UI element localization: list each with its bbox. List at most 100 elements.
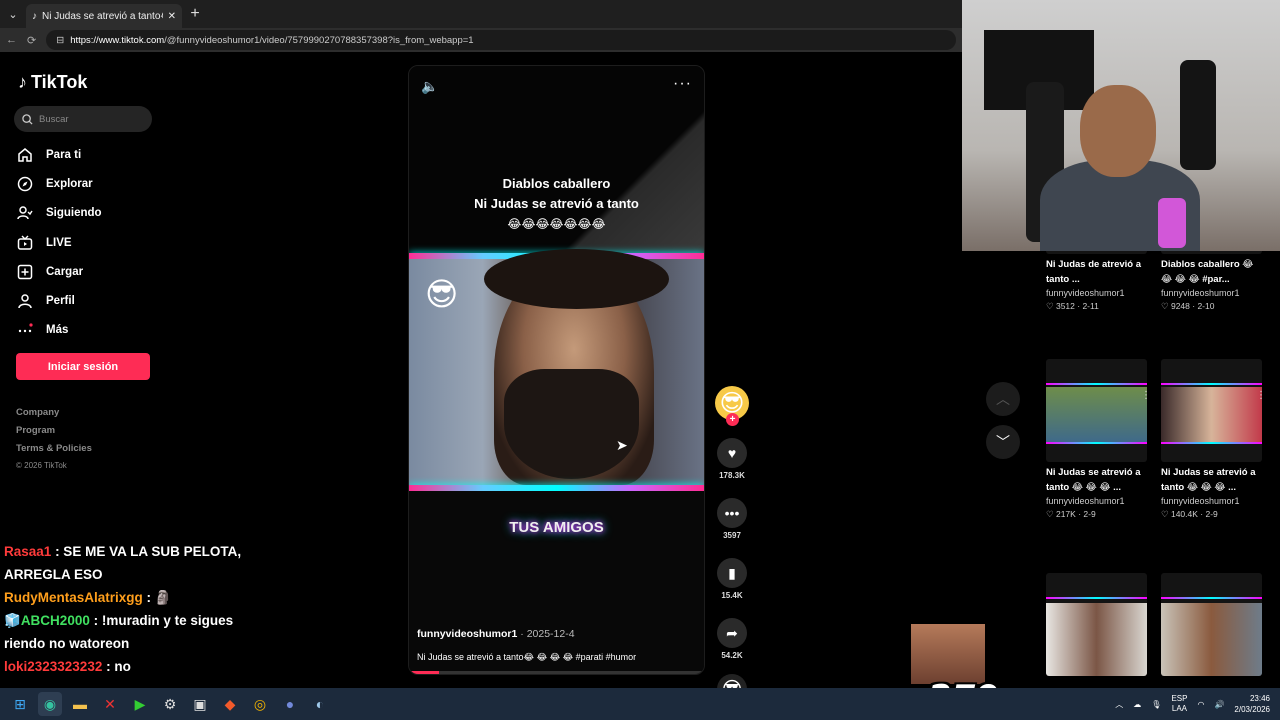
back-icon[interactable]: ← [6, 34, 17, 46]
next-video-button[interactable]: ﹀ [986, 425, 1020, 459]
save-action[interactable]: ▮ 15.4K [712, 558, 752, 600]
volume-tray-icon[interactable]: 🔊 [1214, 700, 1224, 709]
app-window-icon[interactable]: ▣ [188, 692, 212, 716]
site-info-icon[interactable]: ⊟ [56, 35, 64, 46]
address-bar-row: ← ⟳ ⊟ https://www.tiktok.com/@funnyvideo… [0, 28, 962, 52]
video-more-icon[interactable]: ··· [673, 75, 692, 93]
network-icon[interactable]: ☁ [1133, 700, 1141, 709]
chat-username: RudyMentasAlatrixgg [4, 590, 143, 605]
comment-icon[interactable]: ••• [717, 498, 747, 528]
file-explorer-icon[interactable]: ▬ [68, 692, 92, 716]
feed-navigation: ︿ ﹀ [986, 382, 1020, 468]
footer-link-company[interactable]: Company [16, 407, 92, 425]
sidebar-item-perfil[interactable]: Perfil [16, 286, 166, 315]
chat-message: loki2323323232 : no [4, 655, 274, 678]
sidebar-item-siguiendo[interactable]: Siguiendo [16, 199, 166, 228]
chat-text: : [146, 590, 152, 605]
video-player[interactable]: 🔈 ··· Diablos caballero Ni Judas se atre… [408, 65, 705, 675]
reload-icon[interactable]: ⟳ [27, 34, 36, 47]
edge-browser-icon[interactable]: ◉ [38, 692, 62, 716]
share-action[interactable]: ➦ 54.2K [712, 618, 752, 660]
microphone-icon[interactable]: 🎙 [1151, 700, 1161, 709]
previous-video-button[interactable]: ︿ [986, 382, 1020, 416]
clock[interactable]: 23:46 2/03/2026 [1234, 693, 1270, 715]
chat-username: Rasaa1 [4, 544, 52, 559]
more-icon [16, 321, 34, 339]
sidebar-item-para-ti[interactable]: Para ti [16, 140, 166, 169]
search-icon [22, 113, 33, 125]
login-button[interactable]: Iniciar sesión [16, 353, 150, 380]
beard-shape [504, 369, 639, 479]
copyright-text: © 2026 TikTok [16, 461, 67, 470]
windows-start-icon[interactable]: ⊞ [8, 692, 32, 716]
card-title: Diablos caballero 😂 😂 😂 😂 #par... [1161, 259, 1254, 285]
comment-action[interactable]: ••• 3597 [712, 498, 752, 540]
video-author[interactable]: funnyvideoshumor1 [417, 628, 517, 640]
stream-chat: Rasaa1 : SE ME VA LA SUB PELOTA, ARREGLA… [4, 540, 274, 678]
language-indicator[interactable]: ESP LAA [1171, 694, 1187, 714]
tiktok-logo[interactable]: ♪ TikTok [18, 72, 87, 93]
footer-link-program[interactable]: Program [16, 425, 92, 443]
footer-links: Company Program Terms & Policies © 2026 … [16, 407, 92, 479]
comment-count: 3597 [723, 531, 741, 540]
tab-list-icon[interactable]: ⌄ [0, 0, 26, 28]
volume-icon[interactable]: 🔈 [421, 78, 438, 95]
chat-badge-icon: 🧊 [4, 613, 21, 628]
heart-icon[interactable]: ♥ [717, 438, 747, 468]
discord-icon[interactable]: ● [278, 692, 302, 716]
app-x-icon[interactable]: ✕ [98, 692, 122, 716]
video-description: Ni Judas se atrevió a tanto😂 😂 😂 😂 #para… [417, 652, 637, 662]
video-progress-bar[interactable] [409, 671, 704, 674]
thumb-glow [1046, 383, 1147, 385]
sidebar-item-label: Explorar [46, 177, 93, 190]
emote-icon: 🗿 [154, 590, 172, 605]
like-action[interactable]: ♥ 178.3K [712, 438, 752, 480]
sidebar-item-explorar[interactable]: Explorar [16, 169, 166, 198]
close-tab-icon[interactable]: ✕ [168, 11, 176, 22]
share-icon[interactable]: ➦ [717, 618, 747, 648]
recommended-card[interactable] [1161, 573, 1262, 676]
card-thumbnail [1161, 359, 1262, 462]
laughing-emote-image [911, 624, 985, 684]
card-more-icon[interactable]: ⋮ [1256, 390, 1266, 401]
streamer-webcam [962, 0, 1280, 251]
chat-message: 🧊ABCH2000 : !muradin y te sigues riendo … [4, 609, 274, 655]
card-creator: funnyvideoshumor1 [1161, 496, 1240, 506]
card-thumbnail [1161, 573, 1262, 676]
caption-line-2: Ni Judas se atrevió a tanto [474, 196, 639, 211]
bookmark-icon[interactable]: ▮ [717, 558, 747, 588]
card-title: Ni Judas se atrevió a tanto 😂 😂 😂 ... [1161, 467, 1256, 493]
creator-avatar[interactable]: 😎 + [715, 386, 749, 426]
new-tab-button[interactable]: + [182, 5, 208, 23]
recommended-card[interactable]: ⋮ Ni Judas se atrevió a tanto 😂 😂 😂 ... … [1161, 359, 1266, 520]
live-icon [16, 234, 34, 252]
brave-browser-icon[interactable]: ◆ [218, 692, 242, 716]
follow-plus-icon[interactable]: + [726, 413, 739, 426]
recommended-card[interactable] [1046, 573, 1147, 676]
recommended-card[interactable]: ⋮ Ni Judas se atrevió a tanto 😂 😂 😂 ... … [1046, 359, 1151, 520]
footer-link-terms[interactable]: Terms & Policies [16, 443, 92, 461]
card-creator: funnyvideoshumor1 [1046, 496, 1125, 506]
sidebar-item-cargar[interactable]: Cargar [16, 257, 166, 286]
search-placeholder: Buscar [39, 113, 69, 125]
sidebar-item-mas[interactable]: Más [16, 316, 166, 345]
search-input[interactable]: Buscar [14, 106, 152, 132]
wifi-icon[interactable]: ◠ [1197, 700, 1204, 709]
video-date: · 2025-12-4 [520, 628, 575, 640]
video-progress-fill [409, 671, 439, 674]
app-play-icon[interactable]: ▶ [128, 692, 152, 716]
chat-username: loki2323323232 [4, 659, 103, 674]
card-creator: funnyvideoshumor1 [1161, 288, 1240, 298]
app-settings-icon[interactable]: ⚙ [158, 692, 182, 716]
sidebar-item-live[interactable]: LIVE [16, 228, 166, 257]
steam-icon[interactable]: ◐ [308, 692, 332, 716]
video-author-line[interactable]: funnyvideoshumor1 · 2025-12-4 [417, 628, 575, 640]
card-more-icon[interactable]: ⋮ [1141, 390, 1151, 401]
card-thumbnail [1046, 359, 1147, 462]
tray-chevron-icon[interactable]: ︿ [1115, 699, 1123, 710]
browser-tab[interactable]: ♪ Ni Judas se atrevió a tanto😂 | ✕ [26, 4, 182, 28]
chrome-browser-icon[interactable]: ◎ [248, 692, 272, 716]
url-field[interactable]: ⊟ https://www.tiktok.com/@funnyvideoshum… [46, 30, 956, 50]
sidebar-item-label: LIVE [46, 236, 72, 249]
chat-text: : no [106, 659, 131, 674]
